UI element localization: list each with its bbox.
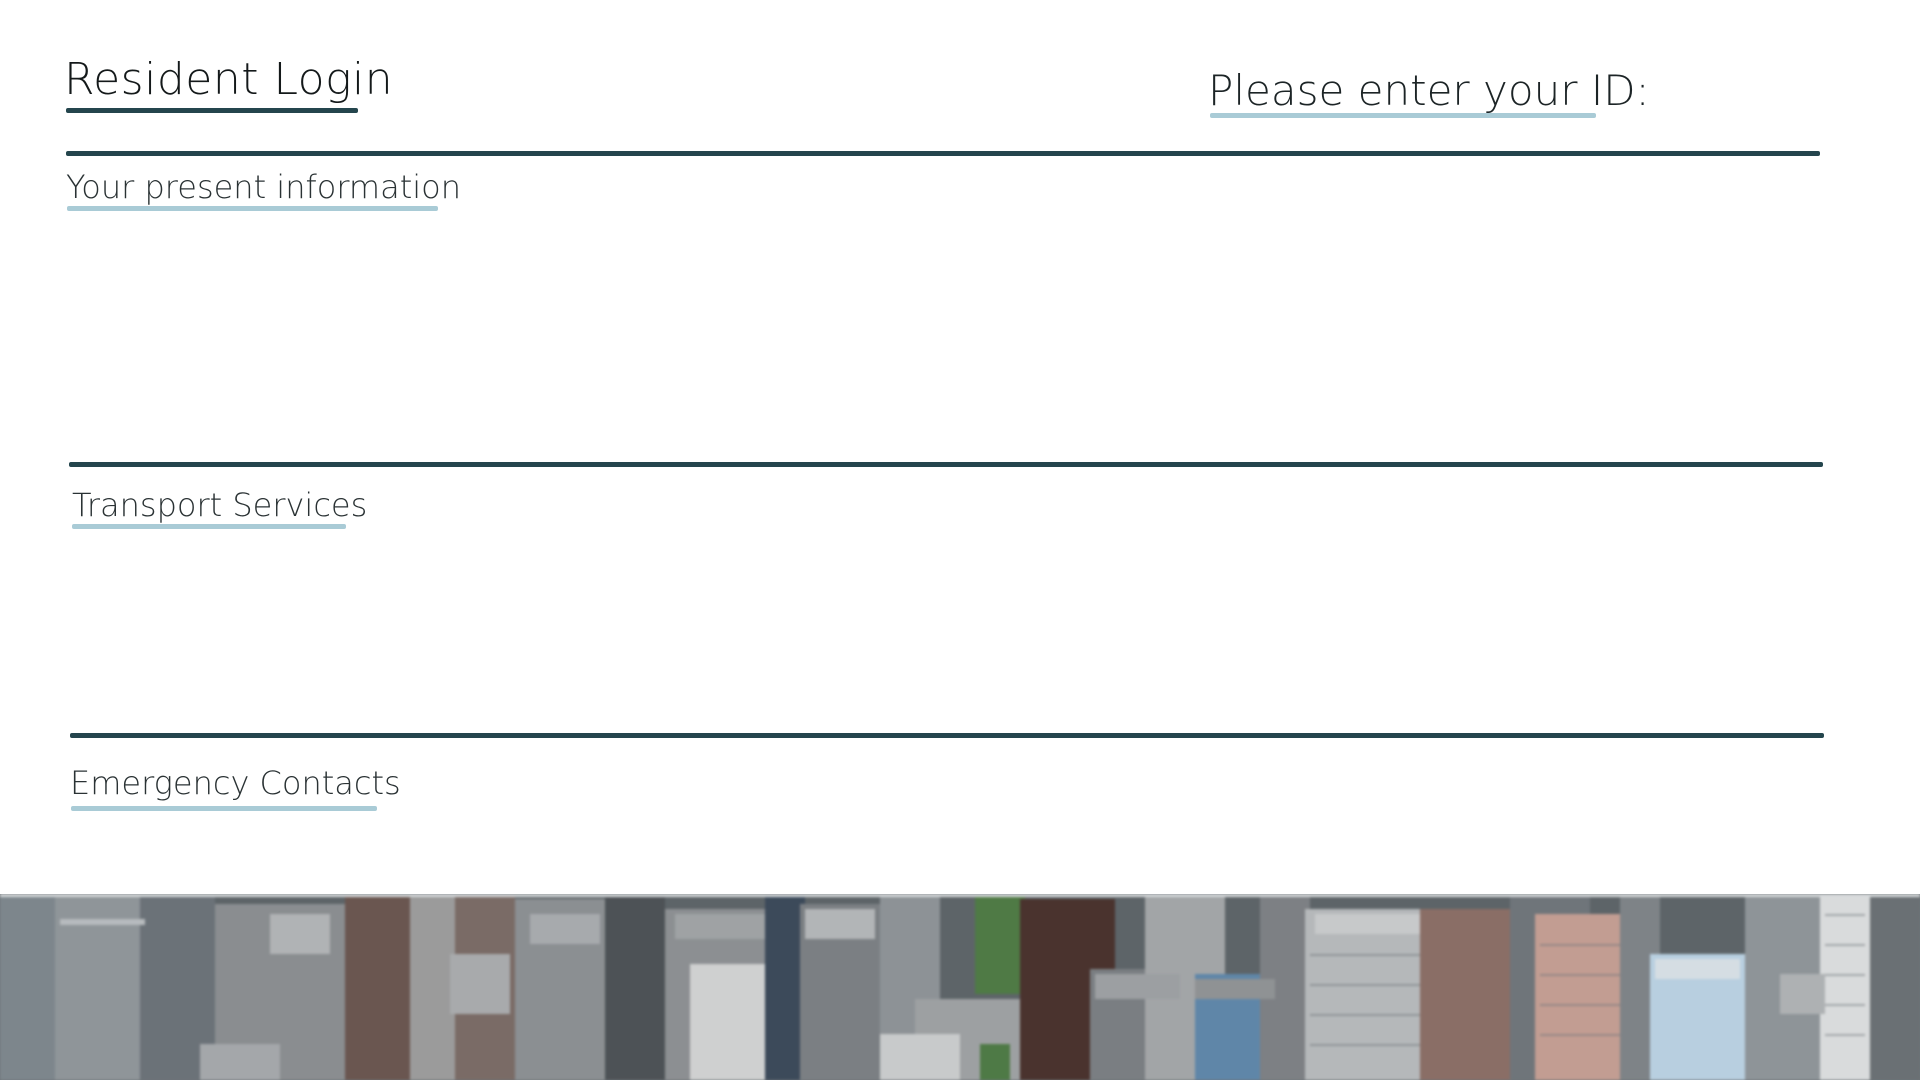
section-emergency-contacts-label: Emergency Contacts	[70, 764, 401, 802]
resident-login-page: Resident Login Please enter your ID: You…	[0, 0, 1920, 1080]
page-title: Resident Login	[64, 54, 394, 105]
section-transport-services-content	[66, 540, 1820, 730]
skyline-image	[0, 894, 1920, 1080]
section-divider-2	[70, 733, 1824, 738]
title-underline	[66, 108, 358, 113]
section-transport-services-label: Transport Services	[72, 486, 368, 524]
section-divider-1	[69, 462, 1823, 467]
section-present-information-label: Your present information	[66, 168, 461, 206]
section-transport-services-underline	[72, 524, 346, 529]
id-prompt-label[interactable]: Please enter your ID:	[1208, 66, 1650, 115]
section-emergency-contacts-underline	[71, 806, 377, 811]
section-present-information-underline	[67, 206, 438, 211]
section-present-information-content	[66, 220, 1820, 460]
header-divider	[66, 151, 1820, 156]
city-skyline-banner	[0, 894, 1920, 1080]
id-prompt-underline	[1210, 113, 1596, 118]
